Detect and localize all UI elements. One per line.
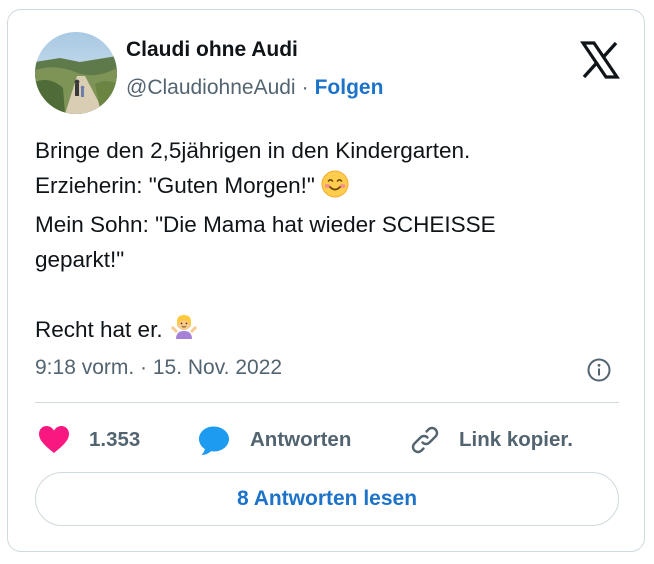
tweet-text: Bringe den 2,5jährigen in den Kindergart… (35, 134, 615, 352)
tweet-line: geparkt!" (35, 246, 125, 272)
tweet-line: Mein Sohn: "Die Mama hat wieder SCHEISSE (35, 212, 496, 237)
like-count: 1.353 (89, 428, 141, 451)
avatar[interactable] (35, 32, 117, 114)
author-name[interactable]: Claudi ohne Audi (126, 38, 298, 62)
copy-link-button[interactable]: Link kopier. (409, 422, 573, 458)
like-button[interactable]: 1.353 (38, 422, 140, 458)
person-shrugging-emoji (169, 312, 199, 353)
tweet-line: Bringe den 2,5jährigen in den Kindergart… (35, 138, 471, 163)
avatar-photo (35, 32, 117, 114)
reply-button[interactable]: Antworten (198, 422, 351, 458)
tweet-line: Recht hat er. (35, 312, 615, 353)
read-replies-button[interactable]: 8 Antworten lesen (35, 472, 619, 526)
x-logo-icon[interactable] (580, 40, 620, 80)
divider (35, 402, 619, 403)
tweet-line: Erzieherin: "Guten Morgen!" (35, 169, 615, 209)
tweet-timestamp[interactable]: 9:18 vorm. · 15. Nov. 2022 (35, 356, 282, 380)
separator-dot: · (301, 76, 309, 99)
copy-link-label: Link kopier. (459, 428, 573, 451)
author-handle-row: @ClaudiohneAudi · Folgen (126, 76, 383, 100)
heart-icon (39, 426, 69, 453)
smiling-face-emoji (321, 170, 349, 209)
author-handle[interactable]: @ClaudiohneAudi (126, 76, 296, 99)
tweet-card: Claudi ohne Audi @ClaudiohneAudi · Folgen … (7, 9, 645, 552)
follow-button[interactable]: Folgen (315, 76, 384, 99)
reply-bubble-icon (199, 426, 229, 455)
link-icon (411, 426, 439, 454)
reply-label: Antworten (250, 428, 352, 451)
info-icon[interactable] (586, 357, 612, 383)
